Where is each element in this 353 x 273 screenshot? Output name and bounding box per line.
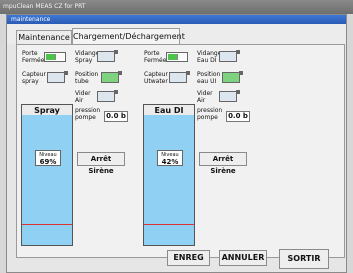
app-title: mpuClean MEAS CZ for PRT — [3, 3, 86, 10]
pression-value-left: 0.0 b — [104, 111, 128, 122]
tab-maintenance[interactable]: Maintenance — [16, 30, 72, 44]
vidange-label-right: Vidange Eau DI — [197, 50, 222, 64]
vider-label-left: Vider Air — [75, 90, 91, 104]
tab-chargement[interactable]: Chargement/Déchargement — [72, 28, 185, 44]
position-indicator-right — [222, 71, 243, 83]
level-gauge-spray: Spray Niveau 69% — [21, 104, 73, 246]
position-label-right: Position eau UI — [197, 71, 221, 85]
maintenance-window: maintenance Maintenance Chargement/Décha… — [6, 14, 347, 273]
position-indicator-left — [101, 71, 122, 83]
capteur-indicator-left — [47, 71, 68, 83]
chargement-panel: Porte Fermée Vidange Spray Capteur spray… — [16, 44, 345, 258]
porte-toggle-left[interactable] — [44, 52, 66, 62]
level-gauge-eau-di: Eau DI Niveau 42% — [143, 104, 195, 246]
niveau-value-eau-di: 42% — [161, 158, 179, 166]
niveau-box-spray: Niveau 69% — [35, 150, 61, 166]
level-limit-line-eau-di — [144, 224, 194, 225]
vider-label-right: Vider Air — [197, 90, 213, 104]
capteur-label-right: Capteur Utwater — [144, 71, 168, 85]
porte-label-left: Porte Fermée — [22, 50, 45, 64]
position-label-left: Position tube — [75, 71, 99, 85]
vidange-label-left: Vidange Spray — [75, 50, 100, 64]
porte-toggle-right[interactable] — [166, 52, 188, 62]
save-button[interactable]: ENREG — [167, 250, 210, 266]
vidange-valve-right[interactable] — [219, 50, 240, 62]
tab-strip: Maintenance Chargement/Déchargement — [7, 24, 346, 44]
niveau-box-eau-di: Niveau 42% — [157, 150, 183, 166]
pression-label-left: pression pompe — [75, 107, 101, 121]
pression-value-right: 0.0 b — [226, 111, 250, 122]
niveau-value-spray: 69% — [39, 158, 57, 166]
app-title-bar: mpuClean MEAS CZ for PRT — [0, 0, 353, 14]
level-fill-eau-di — [144, 115, 194, 245]
vidange-valve-left[interactable] — [97, 50, 118, 62]
vider-air-button-left[interactable] — [97, 90, 118, 102]
capteur-indicator-right — [169, 71, 190, 83]
porte-label-right: Porte Fermée — [144, 50, 167, 64]
window-title-bar: maintenance — [7, 15, 346, 24]
window-title: maintenance — [11, 16, 51, 23]
capteur-label-left: Capteur spray — [22, 71, 46, 85]
arret-sirene-button-left[interactable]: Arrêt Sirène — [77, 152, 125, 175]
cancel-button[interactable]: ANNULER — [219, 250, 267, 266]
arret-sirene-button-right[interactable]: Arrêt Sirène — [199, 152, 247, 175]
level-limit-line-spray — [22, 224, 72, 225]
vider-air-button-right[interactable] — [219, 90, 240, 102]
exit-button[interactable]: SORTIR — [279, 249, 329, 269]
level-fill-spray — [22, 115, 72, 245]
pression-label-right: pression pompe — [197, 107, 223, 121]
